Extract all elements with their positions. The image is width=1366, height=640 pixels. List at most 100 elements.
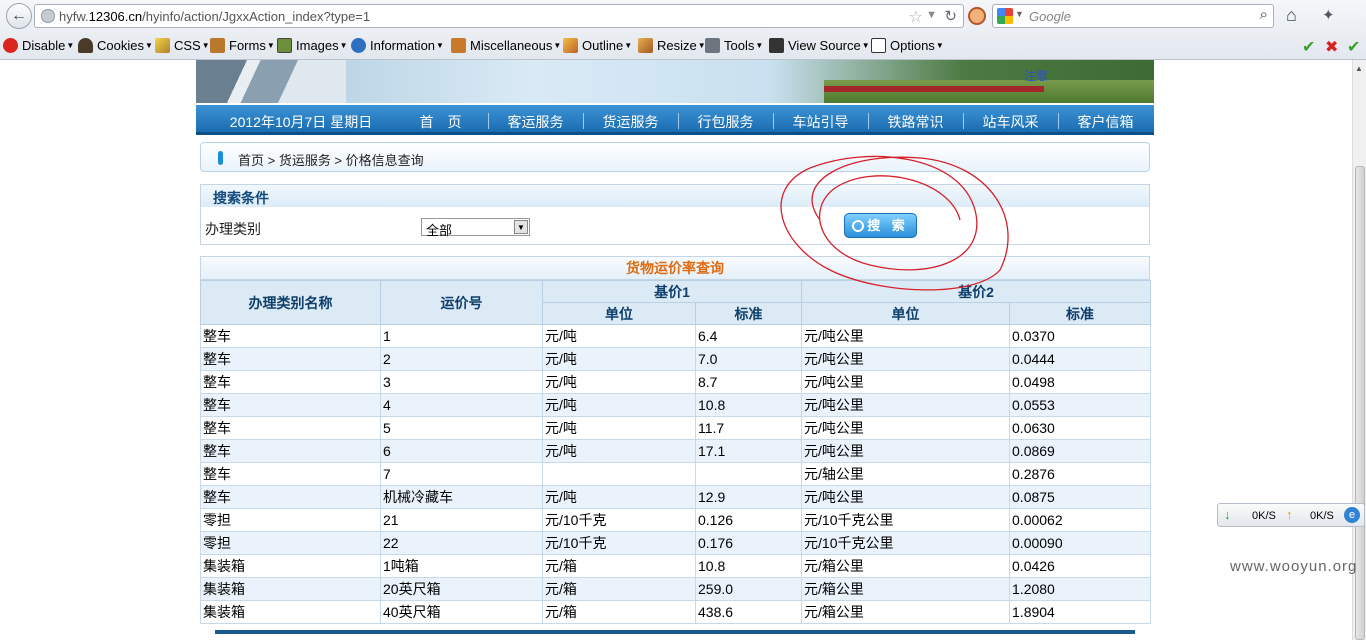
table-row: 整车 2 元/吨 7.0 元/吨公里 0.0444 [200, 347, 1152, 371]
cell-base1-unit: 元/吨 [542, 347, 696, 371]
site-identity-icon[interactable] [41, 9, 55, 23]
main-navigation: 2012年10月7日 星期日 首 页 客运服务 货运服务 行包服务 车站引导 铁… [196, 105, 1154, 135]
validate-error-icon[interactable]: ✖ [1325, 37, 1338, 57]
cell-rate-no: 40英尺箱 [380, 600, 543, 624]
table-row: 整车 3 元/吨 8.7 元/吨公里 0.0498 [200, 370, 1152, 394]
devbar-miscellaneous[interactable]: Miscellaneous▼ [451, 38, 561, 53]
nav-item-passenger[interactable]: 客运服务 [488, 112, 583, 132]
devbar-disable[interactable]: Disable▼ [3, 38, 74, 53]
devbar-tools[interactable]: Tools▼ [705, 38, 763, 53]
validate-css-icon[interactable]: ✔ [1347, 37, 1360, 57]
validate-ok-icon[interactable]: ✔ [1302, 37, 1315, 57]
vertical-scrollbar[interactable]: ▲ [1352, 60, 1366, 640]
watermark: www.wooyun.org [1230, 558, 1358, 575]
cell-base1-standard: 259.0 [694, 577, 803, 601]
devbar-images[interactable]: Images▼ [277, 38, 348, 53]
header-base1: 基价1 [541, 280, 803, 303]
header-base1-standard: 标准 [694, 302, 803, 325]
devbar-information[interactable]: Information▼ [351, 38, 444, 53]
engine-dropdown-icon[interactable]: ▼ [1015, 9, 1024, 19]
table-row: 集装箱 40英尺箱 元/箱 438.6 元/箱公里 1.8904 [200, 600, 1152, 624]
header-base2-unit: 单位 [801, 302, 1011, 325]
nav-item-luggage[interactable]: 行包服务 [678, 112, 773, 132]
cell-base2-standard: 0.00062 [1009, 508, 1152, 532]
nav-item-home[interactable]: 首 页 [393, 112, 488, 132]
cell-base1-standard: 12.9 [694, 485, 803, 509]
cell-base2-unit: 元/吨公里 [801, 347, 1011, 371]
search-button-label: 搜 索 [867, 218, 909, 233]
chevron-down-icon[interactable]: ▼ [514, 220, 528, 234]
nav-item-station-guide[interactable]: 车站引导 [773, 112, 868, 132]
network-speed-widget[interactable]: ↓ 0K/S ↑ 0K/S e [1217, 503, 1365, 527]
bookmark-star-icon[interactable]: ☆ [909, 7, 923, 27]
forms-icon [210, 38, 225, 53]
search-bar[interactable]: ▼ Google ⌕ [992, 4, 1274, 28]
cell-base1-unit: 元/吨 [542, 393, 696, 417]
magnifier-icon [852, 220, 865, 232]
cell-base1-unit: 元/10千克 [542, 531, 696, 555]
cell-rate-no: 1 [380, 324, 543, 348]
cell-rate-no: 6 [380, 439, 543, 463]
devbar-outline[interactable]: Outline▼ [563, 38, 632, 53]
web-developer-toolbar: Disable▼ Cookies▼ CSS▼ Forms▼ Images▼ In… [0, 33, 1366, 59]
table-row: 零担 22 元/10千克 0.176 元/10千克公里 0.00090 [200, 531, 1152, 555]
cell-base2-standard: 0.0426 [1009, 554, 1152, 578]
devbar-forms[interactable]: Forms▼ [210, 38, 275, 53]
cell-base2-standard: 1.8904 [1009, 600, 1152, 624]
resize-icon [638, 38, 653, 53]
cell-base1-standard: 7.0 [694, 347, 803, 371]
cell-category: 整车 [200, 462, 381, 486]
devbar-options[interactable]: Options▼ [871, 38, 944, 53]
breadcrumb-text[interactable]: 首页 > 货运服务 > 价格信息查询 [238, 150, 424, 169]
cell-base1-standard: 11.7 [694, 416, 803, 440]
cell-base2-unit: 元/轴公里 [801, 462, 1011, 486]
devbar-resize[interactable]: Resize▼ [638, 38, 706, 53]
cell-base1-standard: 6.4 [694, 324, 803, 348]
search-input[interactable]: Google [1029, 9, 1071, 24]
cell-base1-unit: 元/箱 [542, 600, 696, 624]
css-icon [155, 38, 170, 53]
nav-item-customer-mailbox[interactable]: 客户信箱 [1058, 112, 1153, 132]
cell-base2-unit: 元/吨公里 [801, 416, 1011, 440]
options-icon [871, 38, 886, 53]
nav-date: 2012年10月7日 星期日 [229, 114, 373, 130]
nav-item-freight[interactable]: 货运服务 [583, 112, 678, 132]
category-select[interactable]: 全部 ▼ [421, 218, 530, 238]
cell-base1-unit: 元/吨 [542, 485, 696, 509]
cell-rate-no: 21 [380, 508, 543, 532]
devbar-view-source[interactable]: View Source▼ [769, 38, 870, 53]
outline-icon [563, 38, 578, 53]
nav-item-railway-knowledge[interactable]: 铁路常识 [868, 112, 963, 132]
address-bar[interactable]: hyfw.12306.cn/hyinfo/action/JgxxAction_i… [34, 4, 964, 28]
cell-category: 零担 [200, 531, 381, 555]
scroll-up-icon[interactable]: ▲ [1355, 64, 1363, 73]
cell-category: 整车 [200, 324, 381, 348]
home-icon[interactable]: ⌂ [1286, 5, 1297, 26]
cell-base2-unit: 元/吨公里 [801, 393, 1011, 417]
nav-item-station-gallery[interactable]: 站车风采 [963, 112, 1058, 132]
adblock-icon[interactable] [968, 7, 986, 25]
cell-base1-unit: 元/吨 [542, 439, 696, 463]
addon-icon[interactable]: ✦ [1322, 6, 1335, 24]
cell-base1-unit [542, 462, 696, 486]
banner-note: 注意 [1024, 69, 1049, 83]
history-dropdown-icon[interactable]: ▼ [926, 9, 937, 21]
browser-logo-icon[interactable]: e [1344, 507, 1360, 523]
devbar-cookies[interactable]: Cookies▼ [78, 38, 153, 53]
reload-icon[interactable]: ↻ [944, 7, 957, 25]
search-button[interactable]: 搜 索 [844, 213, 917, 238]
cell-base1-standard [694, 462, 803, 486]
table-row: 整车 1 元/吨 6.4 元/吨公里 0.0370 [200, 324, 1152, 348]
table-row: 整车 5 元/吨 11.7 元/吨公里 0.0630 [200, 416, 1152, 440]
train-image [196, 60, 346, 103]
devbar-css[interactable]: CSS▼ [155, 38, 210, 53]
cell-base2-unit: 元/吨公里 [801, 439, 1011, 463]
google-icon[interactable] [997, 8, 1013, 24]
information-icon [351, 38, 366, 53]
back-button[interactable]: ← [6, 3, 32, 29]
view-source-icon [769, 38, 784, 53]
cell-base2-unit: 元/吨公里 [801, 370, 1011, 394]
search-icon[interactable]: ⌕ [1260, 6, 1268, 23]
url-text[interactable]: hyfw.12306.cn/hyinfo/action/JgxxAction_i… [59, 9, 370, 24]
header-base2: 基价2 [801, 280, 1152, 303]
